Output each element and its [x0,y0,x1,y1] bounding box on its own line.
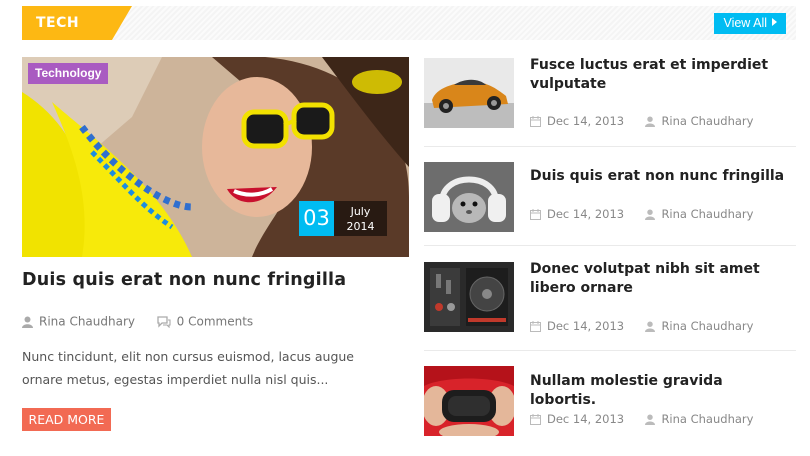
post-thumbnail[interactable] [424,162,514,232]
calendar-icon [530,414,541,425]
date-day-badge: 03 [299,201,334,236]
user-icon [645,414,656,425]
post-date: Dec 14, 2013 [547,114,625,128]
comments-icon [157,315,171,328]
post-date: Dec 14, 2013 [547,412,625,426]
featured-title[interactable]: Duis quis erat non nunc fringilla [22,270,346,290]
list-item[interactable]: Fusce luctus erat et imperdiet vulputate… [424,56,796,148]
post-author[interactable]: Rina Chaudhary [661,114,753,128]
post-author[interactable]: Rina Chaudhary [661,412,753,426]
post-author[interactable]: Rina Chaudhary [661,319,753,333]
post-title[interactable]: Fusce luctus erat et imperdiet vulputate [530,56,792,94]
user-icon [645,116,656,127]
category-badge[interactable]: Technology [28,63,109,84]
post-meta: Dec 14, 2013 Rina Chaudhary [530,114,753,128]
section-tag: TECH [22,6,112,40]
post-meta: Dec 14, 2013 Rina Chaudhary [530,319,753,333]
post-meta: Dec 14, 2013 Rina Chaudhary [530,412,753,426]
featured-author[interactable]: Rina Chaudhary [39,315,135,329]
post-meta: Dec 14, 2013 Rina Chaudhary [530,207,753,221]
hamster-headphones-thumbnail [424,162,514,232]
arrow-right-icon [772,18,777,26]
read-more-button[interactable]: READ MORE [22,408,111,431]
divider [424,350,796,351]
list-item[interactable]: Duis quis erat non nunc fringilla Dec 14… [424,162,796,252]
date-month: July [350,205,371,218]
list-item[interactable]: Donec volutpat nibh sit amet libero orna… [424,260,796,352]
speaker-hands-thumbnail [424,366,514,436]
featured-image[interactable]: Technology 03 July 2014 [22,57,409,257]
calendar-icon [530,209,541,220]
divider [424,245,796,246]
post-thumbnail[interactable] [424,58,514,128]
post-title[interactable]: Donec volutpat nibh sit amet libero orna… [530,260,792,298]
user-icon [645,209,656,220]
view-all-label: View All [723,16,767,30]
divider [424,146,796,147]
section-tag-tail [112,6,132,40]
post-thumbnail[interactable] [424,366,514,436]
section-header: TECH View All [22,6,796,40]
date-month-year: July 2014 [334,201,387,236]
post-date: Dec 14, 2013 [547,207,625,221]
list-item[interactable]: Nullam molestie gravida lobortis. Dec 14… [424,366,796,456]
featured-comments[interactable]: 0 Comments [177,315,254,329]
car-thumbnail [424,58,514,128]
featured-meta: Rina Chaudhary 0 Comments [22,314,253,329]
post-thumbnail[interactable] [424,262,514,332]
dj-mixer-thumbnail [424,262,514,332]
date-year: 2014 [346,220,375,233]
post-author[interactable]: Rina Chaudhary [661,207,753,221]
post-title[interactable]: Duis quis erat non nunc fringilla [530,167,792,186]
user-icon [645,321,656,332]
post-date: Dec 14, 2013 [547,319,625,333]
featured-excerpt: Nunc tincidunt, elit non cursus euismod,… [22,349,354,387]
calendar-icon [530,321,541,332]
post-title[interactable]: Nullam molestie gravida lobortis. [530,372,792,410]
view-all-button[interactable]: View All [714,13,786,34]
user-icon [22,316,33,328]
calendar-icon [530,116,541,127]
